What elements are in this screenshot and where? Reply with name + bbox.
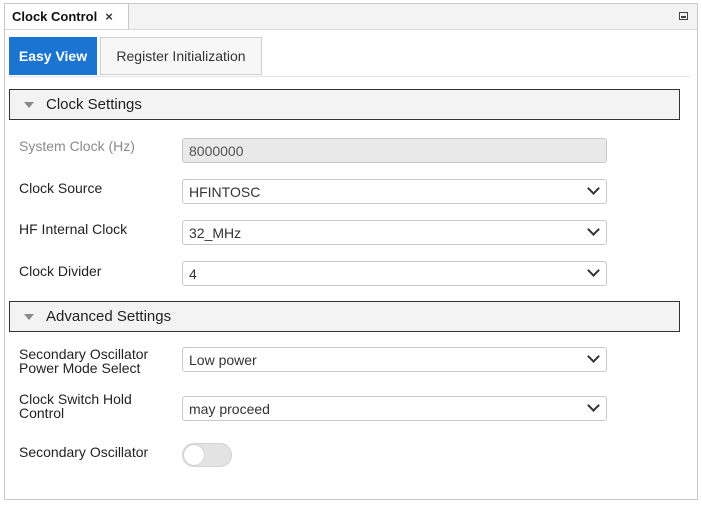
clock-switch-hold-label: Clock Switch Hold Control (19, 392, 132, 420)
secondary-osc-power-label: Secondary Oscillator Power Mode Select (19, 347, 148, 375)
tabs-divider (9, 76, 690, 77)
label-line: Power Mode Select (19, 360, 141, 376)
system-clock-value: 8000000 (189, 142, 244, 159)
clock-switch-hold-value: may proceed (189, 400, 270, 417)
clock-settings-header[interactable]: Clock Settings (9, 89, 680, 120)
clock-source-select[interactable]: HFINTOSC (182, 179, 607, 204)
secondary-osc-power-select[interactable]: Low power (182, 347, 607, 372)
view-mode-tabs: Easy View Register Initialization (9, 37, 262, 77)
view-tab-title: Clock Control (12, 9, 98, 24)
label-line: Clock Switch Hold (19, 391, 132, 407)
chevron-down-icon (587, 223, 600, 236)
clock-control-panel: Clock Control × Easy View Register Initi… (4, 3, 698, 500)
clock-divider-label: Clock Divider (19, 263, 102, 279)
clock-divider-select[interactable]: 4 (182, 261, 607, 286)
tab-register-initialization[interactable]: Register Initialization (100, 37, 262, 75)
triangle-down-icon (24, 101, 34, 108)
secondary-oscillator-toggle[interactable] (182, 443, 232, 467)
hf-internal-clock-label: HF Internal Clock (19, 221, 128, 237)
section-title: Clock Settings (46, 96, 142, 113)
hf-internal-clock-select[interactable]: 32_MHz (182, 220, 607, 245)
clock-source-label: Clock Source (19, 180, 103, 196)
secondary-osc-power-value: Low power (189, 351, 257, 368)
system-clock-label: System Clock (Hz) (19, 138, 135, 154)
chevron-down-icon (587, 264, 600, 277)
clock-switch-hold-select[interactable]: may proceed (182, 396, 607, 421)
chevron-down-icon (587, 350, 600, 363)
panel-titlebar: Clock Control × (5, 4, 697, 30)
section-title: Advanced Settings (46, 308, 172, 325)
label-line: Control (19, 405, 65, 421)
clock-source-value: HFINTOSC (189, 183, 261, 200)
label-line: Secondary Oscillator (19, 346, 149, 362)
close-icon[interactable]: × (105, 9, 113, 24)
triangle-down-icon (24, 313, 34, 320)
toggle-knob (184, 445, 204, 465)
view-tab-clock-control[interactable]: Clock Control × (5, 4, 129, 29)
system-clock-field: 8000000 (182, 138, 607, 163)
chevron-down-icon (587, 399, 600, 412)
secondary-oscillator-label: Secondary Oscillator (19, 444, 149, 460)
minimize-icon[interactable] (679, 12, 688, 20)
tab-easy-view[interactable]: Easy View (9, 37, 97, 75)
chevron-down-icon (587, 182, 600, 195)
hf-internal-clock-value: 32_MHz (189, 224, 242, 241)
clock-divider-value: 4 (189, 265, 197, 282)
advanced-settings-header[interactable]: Advanced Settings (9, 301, 680, 332)
